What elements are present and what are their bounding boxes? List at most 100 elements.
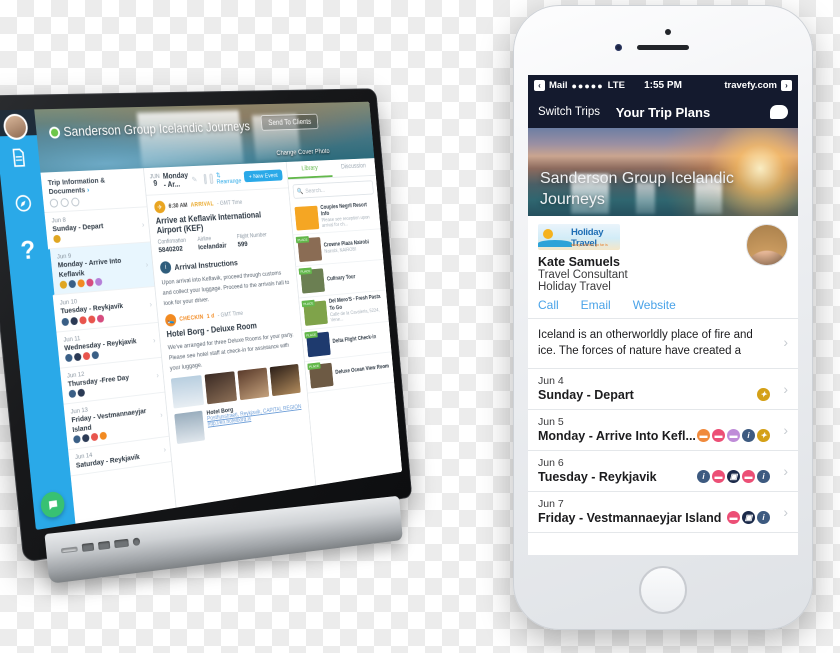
trip-day-icons: ▬ ▬ ▬ i ✦ xyxy=(697,428,770,442)
chevron-right-icon: › xyxy=(783,421,788,438)
day-badge-icon xyxy=(77,388,86,398)
switch-trips-button[interactable]: Switch Trips xyxy=(538,106,600,118)
document-icon[interactable] xyxy=(0,147,40,173)
status-bar-right: travefy.com › xyxy=(724,80,792,91)
day-badge-icon xyxy=(91,350,100,360)
help-icon[interactable]: ? xyxy=(6,234,49,267)
hotel-photo[interactable] xyxy=(204,371,238,405)
day-type-icon: ▬ xyxy=(727,428,740,442)
forward-icon[interactable]: › xyxy=(781,80,792,91)
status-bar-left: ‹ Mail ●●●●● LTE xyxy=(534,80,625,91)
arrival-time: 6:30 AM xyxy=(168,202,188,210)
phone-device: ‹ Mail ●●●●● LTE 1:55 PM travefy.com › S… xyxy=(513,5,813,630)
headphone-jack-icon xyxy=(132,537,141,547)
checkin-event[interactable]: 🛌 CHECKIN 1 d - GMT Time Hotel Borg - De… xyxy=(158,302,310,451)
rearrange-button[interactable]: ⇅ Rearrange xyxy=(216,170,242,185)
usb-port-icon xyxy=(81,542,95,552)
trip-day-list: Jun 4 Sunday - Depart ✦ › Jun 5 Monday - Arri… xyxy=(528,369,798,533)
trip-day-date: Jun 4 xyxy=(538,374,564,387)
hotel-photo[interactable] xyxy=(269,364,301,397)
day-badge-icon xyxy=(90,432,99,442)
trip-status-dot xyxy=(48,126,61,139)
day-badge-icon xyxy=(64,353,73,363)
site-label: travefy.com xyxy=(724,80,777,91)
day-badge-icon xyxy=(53,235,62,244)
send-to-clients-button[interactable]: Send To Clients xyxy=(260,113,319,131)
edit-pencil-icon[interactable]: ✎ xyxy=(191,175,197,184)
arrival-instructions-title: Arrival Instructions xyxy=(173,257,239,272)
calendar-view-button[interactable] xyxy=(209,173,214,184)
wave-icon xyxy=(538,240,572,247)
day-badge-icon xyxy=(68,279,77,289)
checkin-duration: 1 d xyxy=(206,313,215,320)
trip-day-row[interactable]: Jun 5 Monday - Arrive Into Kefl... ▬ ▬ ▬ i ✦ › xyxy=(528,410,798,451)
chat-bubble-icon[interactable] xyxy=(770,105,788,119)
day-type-icon: i xyxy=(697,469,710,483)
status-bar-clock: 1:55 PM xyxy=(644,80,682,91)
airplane-icon: ✈ xyxy=(153,200,166,214)
sd-card-slot-icon xyxy=(60,546,78,553)
trip-day-row[interactable]: Jun 6 Tuesday - Reykjavik i ▬ ▣ ▬ i › xyxy=(528,451,798,492)
trip-info-documents-link[interactable]: Trip Information & Documents › xyxy=(40,168,147,214)
new-event-label: New Event xyxy=(252,171,278,180)
chevron-right-icon: › xyxy=(145,260,149,270)
arrival-field: Airline Icelandair xyxy=(197,235,227,251)
agency-logo-tagline: always ahead, go far is xyxy=(571,243,608,247)
library-item-thumbnail: PLACE xyxy=(304,330,331,358)
library-item-thumbnail xyxy=(294,205,320,231)
trip-day-icons: ✦ xyxy=(757,387,770,401)
sun-icon xyxy=(543,229,553,239)
trip-description[interactable]: Iceland is an otherworldly place of fire… xyxy=(528,319,798,369)
laptop-device: ? Sanderson Group Icelandic Journeys Sen… xyxy=(0,88,522,596)
day-badge-icon xyxy=(81,433,90,443)
arrival-field-value: Icelandair xyxy=(197,240,227,252)
day-badge-icon xyxy=(59,280,68,290)
hotel-photo[interactable] xyxy=(170,375,205,409)
mini-icon xyxy=(49,198,59,208)
library-tab-discussion[interactable]: Discussion xyxy=(331,158,376,177)
library-tab-library[interactable]: Library xyxy=(286,159,333,180)
compass-icon[interactable] xyxy=(2,192,45,219)
list-view-button[interactable] xyxy=(203,173,208,184)
arrival-instructions-body: Upon arrival into Keflavik, proceed thro… xyxy=(161,269,290,308)
trip-day-row[interactable]: Jun 4 Sunday - Depart ✦ › xyxy=(528,369,798,410)
arrival-event[interactable]: ✈ 6:30 AM ARRIVAL - GMT Time Arrive at K… xyxy=(147,188,299,315)
change-cover-photo-button[interactable]: Change Cover Photo xyxy=(276,147,330,157)
day-type-icon: ▬ xyxy=(697,428,710,442)
library-search-input[interactable]: 🔍 Search... xyxy=(292,180,374,199)
day-type-icon: ▣ xyxy=(742,510,755,524)
proximity-sensor xyxy=(665,29,671,35)
trip-day-icons: ▬ ▣ i xyxy=(727,510,770,524)
back-to-app-icon[interactable]: ‹ xyxy=(534,80,545,91)
day-type-icon: i xyxy=(757,469,770,483)
trip-title: Sanderson Group Icelandic Journeys xyxy=(540,170,734,208)
trip-day-row[interactable]: Jun 7 Friday - Vestmannaeyjar Island ▬ ▣ i › xyxy=(528,492,798,533)
day-badge-icon xyxy=(96,314,105,323)
new-event-button[interactable]: + New Event xyxy=(243,169,283,183)
signal-strength-icon: ●●●●● xyxy=(571,80,604,91)
back-app-label[interactable]: Mail xyxy=(549,80,567,91)
library-item-name: Deluxe Ocean View Room xyxy=(335,364,390,376)
chevron-right-icon: › xyxy=(783,380,788,397)
library-item-tag: PLACE xyxy=(301,299,316,307)
chevron-right-icon: › xyxy=(156,371,160,380)
library-item-thumbnail: PLACE xyxy=(295,236,323,263)
arrival-field: Flight Number 599 xyxy=(237,233,268,249)
hotel-photo[interactable] xyxy=(237,367,270,401)
trip-day-date: Jun 6 xyxy=(538,456,564,469)
agent-link-call[interactable]: Call xyxy=(538,298,559,312)
day-type-icon: ✦ xyxy=(757,428,770,442)
agent-link-website[interactable]: Website xyxy=(633,298,676,312)
arrival-fields: Confirmation 5840202 Airline Icelandair Flig… xyxy=(158,231,288,255)
day-badge-icon xyxy=(73,352,82,362)
day-badge-icon xyxy=(73,434,81,444)
agent-link-email[interactable]: Email xyxy=(581,298,611,312)
agent-role: Travel Consultant xyxy=(538,269,628,281)
day-badge-icon xyxy=(82,351,91,361)
arrival-field-value: 599 xyxy=(237,239,248,249)
usb-port-icon xyxy=(97,540,111,551)
search-icon: 🔍 xyxy=(296,188,304,196)
agent-company: Holiday Travel xyxy=(538,281,611,293)
home-button[interactable] xyxy=(639,566,687,614)
day-badge-icon xyxy=(99,431,108,441)
